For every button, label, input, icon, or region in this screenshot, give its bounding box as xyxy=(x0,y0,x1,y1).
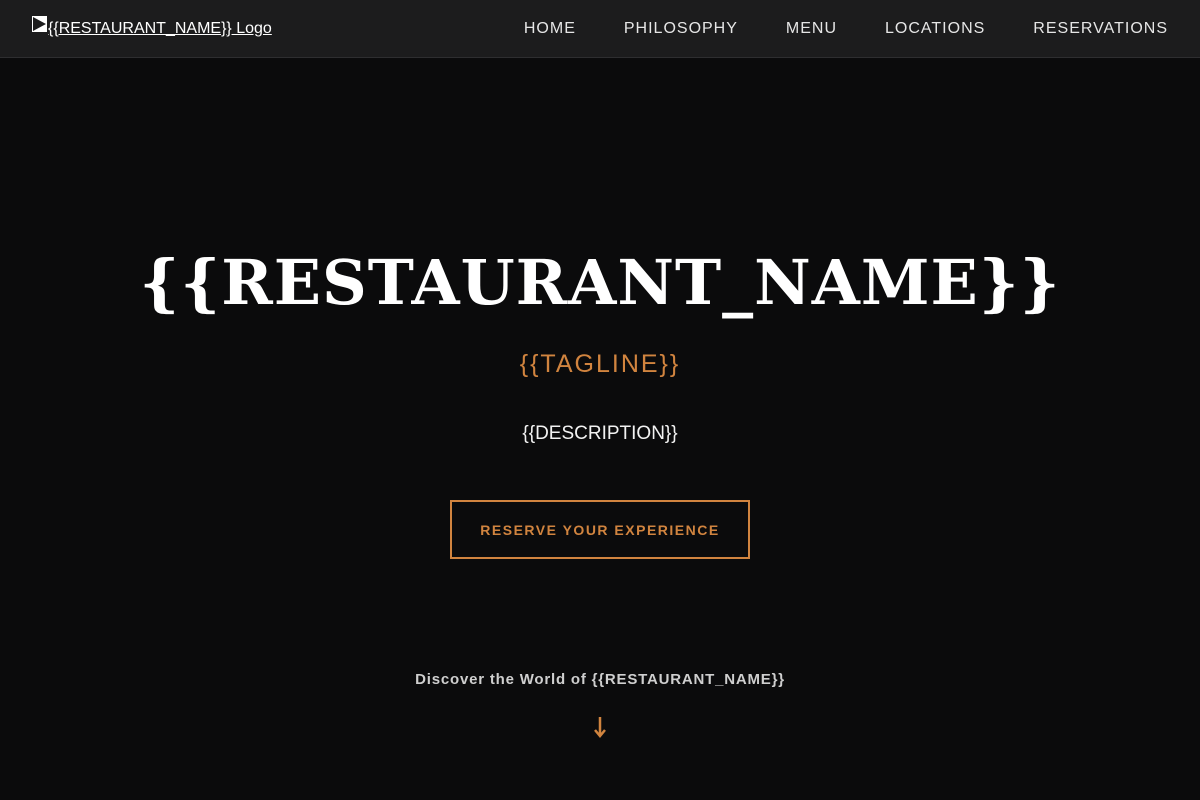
reserve-experience-button[interactable]: RESERVE YOUR EXPERIENCE xyxy=(450,500,750,559)
nav-item-menu[interactable]: MENU xyxy=(786,20,837,38)
logo-alt-text: {{RESTAURANT_NAME}} Logo xyxy=(48,20,272,37)
logo-link[interactable]: {{RESTAURANT_NAME}} Logo xyxy=(32,16,272,42)
broken-image-icon xyxy=(32,16,47,32)
discover-text: Discover the World of {{RESTAURANT_NAME}… xyxy=(415,671,785,688)
nav-item-reservations[interactable]: RESERVATIONS xyxy=(1033,20,1168,38)
nav-item-home[interactable]: HOME xyxy=(524,20,576,38)
main-nav: HOME PHILOSOPHY MENU LOCATIONS RESERVATI… xyxy=(476,0,1168,58)
navbar: {{RESTAURANT_NAME}} Logo HOME PHILOSOPHY… xyxy=(0,0,1200,58)
hero-tagline: {{TAGLINE}} xyxy=(519,350,681,378)
hero-description: {{DESCRIPTION}} xyxy=(522,423,678,444)
arrow-down-icon[interactable] xyxy=(590,714,610,740)
hero-title: {{RESTAURANT_NAME}} xyxy=(139,246,1061,319)
nav-item-locations[interactable]: LOCATIONS xyxy=(885,20,985,38)
nav-item-philosophy[interactable]: PHILOSOPHY xyxy=(624,20,738,38)
